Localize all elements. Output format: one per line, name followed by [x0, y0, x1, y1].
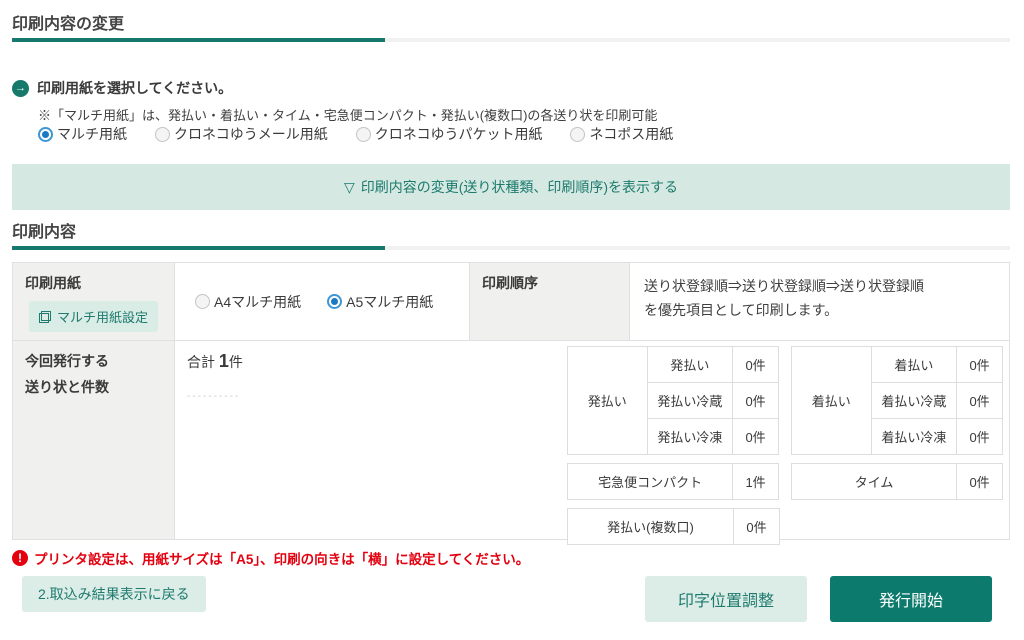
radio-unselected-icon	[355, 126, 371, 142]
hatsubarai-count-table: 発払い 発払い 0件 発払い冷蔵 0件 発払い冷凍 0件	[567, 346, 779, 455]
count-value-cell: 0件	[732, 382, 779, 419]
group-label-cell: 発払い	[567, 346, 648, 455]
radio-label: クロネコゆうパケット用紙	[374, 126, 543, 142]
count-label-cell: タイム	[790, 463, 958, 500]
multi-parcel-counts-row: 発払い(複数口) 0件	[567, 508, 1003, 545]
multi-parcel-count-table: 発払い(複数口) 0件	[567, 508, 780, 545]
counts-block: 発払い 発払い 0件 発払い冷蔵 0件 発払い冷凍 0件 着払い 着払い 0件 …	[566, 346, 1003, 545]
paper-size-radio-group: A4マルチ用紙 A5マルチ用紙	[175, 263, 470, 341]
multi-paper-settings-label: マルチ用紙設定	[57, 310, 149, 325]
radio-kuroneco-yumail-paper[interactable]: クロネコゆうメール用紙	[155, 124, 328, 144]
radio-label: クロネコゆうメール用紙	[174, 126, 328, 142]
multi-paper-note: ※「マルチ用紙」は、発払い・着払い・タイム・宅急便コンパクト・発払い(複数口)の…	[38, 108, 658, 123]
radio-label: A5マルチ用紙	[346, 293, 434, 310]
radio-kuroneco-yupacket-paper[interactable]: クロネコゆうパケット用紙	[355, 124, 543, 144]
count-value-cell: 0件	[733, 508, 780, 545]
count-value-cell: 1件	[732, 463, 779, 500]
show-print-settings-toggle[interactable]: ▽ 印刷内容の変更(送り状種類、印刷順序)を表示する	[12, 164, 1010, 210]
paper-type-radio-group: マルチ用紙 クロネコゆうメール用紙 クロネコゆうパケット用紙 ネコポス用紙	[38, 124, 673, 144]
count-label-cell: 着払い冷凍	[870, 418, 958, 455]
order-header-label: 印刷順序	[482, 275, 538, 291]
radio-unselected-icon	[155, 126, 170, 142]
paper-header-cell: 印刷用紙 マルチ用紙設定	[13, 263, 175, 341]
group-counts-row: 発払い 発払い 0件 発払い冷蔵 0件 発払い冷凍 0件 着払い 着払い 0件 …	[567, 346, 1003, 455]
issue-counts-row: 今回発行する 送り状と件数 合計 1件 ---------- 発払い 発払い 0…	[13, 341, 1009, 545]
triangle-down-icon: ▽	[343, 178, 355, 195]
issue-header-line2: 送り状と件数	[25, 379, 109, 395]
placeholder-dashes: ----------	[187, 391, 241, 402]
printer-warning: ! プリンタ設定は、用紙サイズは「A5」、印刷の向きは「横」に設定してください。	[12, 548, 529, 568]
order-header-cell: 印刷順序	[470, 263, 630, 341]
paper-select-prompt: 印刷用紙を選択してください。	[37, 80, 233, 96]
issue-counts-cell: 合計 1件 ---------- 発払い 発払い 0件 発払い冷蔵 0件 発払い…	[175, 341, 1009, 545]
paper-select-prompt-row: → 印刷用紙を選択してください。	[12, 78, 232, 98]
count-label-cell: 発払い(複数口)	[567, 508, 734, 545]
radio-label: ネコポス用紙	[589, 126, 674, 142]
time-count-table: タイム 0件	[790, 463, 1003, 500]
count-label-cell: 着払い	[870, 346, 958, 383]
count-value-cell: 0件	[732, 418, 779, 455]
page-title-change: 印刷内容の変更	[12, 16, 125, 33]
external-window-icon	[39, 310, 51, 323]
arrow-right-icon: →	[12, 79, 29, 97]
radio-a4-multi-paper[interactable]: A4マルチ用紙	[195, 292, 301, 312]
exclamation-icon: !	[12, 550, 28, 566]
count-value-cell: 0件	[732, 346, 779, 383]
radio-nekopos-paper[interactable]: ネコポス用紙	[570, 124, 673, 144]
total-unit: 件	[228, 354, 243, 370]
count-label-cell: 着払い冷蔵	[870, 382, 958, 419]
page-title-content: 印刷内容	[12, 224, 77, 241]
issue-header-cell: 今回発行する 送り状と件数	[13, 341, 175, 539]
radio-label: A4マルチ用紙	[214, 293, 302, 310]
paper-header-label: 印刷用紙	[25, 275, 81, 291]
radio-selected-icon	[327, 294, 343, 309]
order-line1: 送り状登録順⇒送り状登録順⇒送り状登録順	[644, 278, 924, 294]
radio-multi-paper[interactable]: マルチ用紙	[38, 124, 127, 144]
total-label: 合計	[187, 354, 215, 370]
radio-unselected-icon	[195, 294, 210, 309]
count-label-cell: 発払い冷蔵	[646, 382, 734, 419]
count-label-cell: 発払い冷凍	[646, 418, 734, 455]
count-value-cell: 0件	[956, 382, 1003, 419]
order-description-cell: 送り状登録順⇒送り状登録順⇒送り状登録順 を優先項目として印刷します。	[630, 263, 1009, 341]
group-label-cell: 着払い	[791, 346, 872, 455]
print-settings-page: 印刷内容の変更 → 印刷用紙を選択してください。 ※「マルチ用紙」は、発払い・着…	[0, 0, 1024, 640]
count-value-cell: 0件	[956, 346, 1003, 383]
multi-paper-settings-button[interactable]: マルチ用紙設定	[29, 301, 159, 332]
print-settings-table: 印刷用紙 マルチ用紙設定 A4マルチ用紙 A5マルチ用紙 印刷順序 送り状登録順…	[12, 262, 1010, 545]
start-issue-button[interactable]: 発行開始	[830, 576, 992, 622]
count-value-cell: 0件	[956, 418, 1003, 455]
title-underline	[12, 246, 1010, 250]
paper-and-order-row: 印刷用紙 マルチ用紙設定 A4マルチ用紙 A5マルチ用紙 印刷順序 送り状登録順…	[13, 263, 1009, 341]
compact-count-table: 宅急便コンパクト 1件	[566, 463, 779, 500]
count-label-cell: 宅急便コンパクト	[566, 463, 734, 500]
print-position-adjust-button[interactable]: 印字位置調整	[645, 576, 807, 622]
radio-selected-icon	[38, 126, 53, 142]
toggle-banner-label: 印刷内容の変更(送り状種類、印刷順序)を表示する	[360, 179, 679, 195]
total-count: 合計 1件	[187, 351, 243, 372]
chakubarai-count-table: 着払い 着払い 0件 着払い冷蔵 0件 着払い冷凍 0件	[791, 346, 1003, 455]
count-label-cell: 発払い	[646, 346, 734, 383]
radio-label: マルチ用紙	[57, 126, 127, 142]
count-value-cell: 0件	[956, 463, 1003, 500]
radio-unselected-icon	[570, 126, 586, 142]
order-line2: を優先項目として印刷します。	[644, 301, 839, 318]
issue-header-line1: 今回発行する	[25, 353, 109, 369]
total-value: 1	[218, 351, 229, 371]
printer-warning-text: プリンタ設定は、用紙サイズは「A5」、印刷の向きは「横」に設定してください。	[34, 552, 530, 567]
radio-a5-multi-paper[interactable]: A5マルチ用紙	[327, 292, 433, 312]
compact-time-counts-row: 宅急便コンパクト 1件 タイム 0件	[566, 463, 1003, 500]
title-underline	[12, 38, 1010, 42]
back-to-import-results-button[interactable]: 2.取込み結果表示に戻る	[22, 576, 206, 612]
